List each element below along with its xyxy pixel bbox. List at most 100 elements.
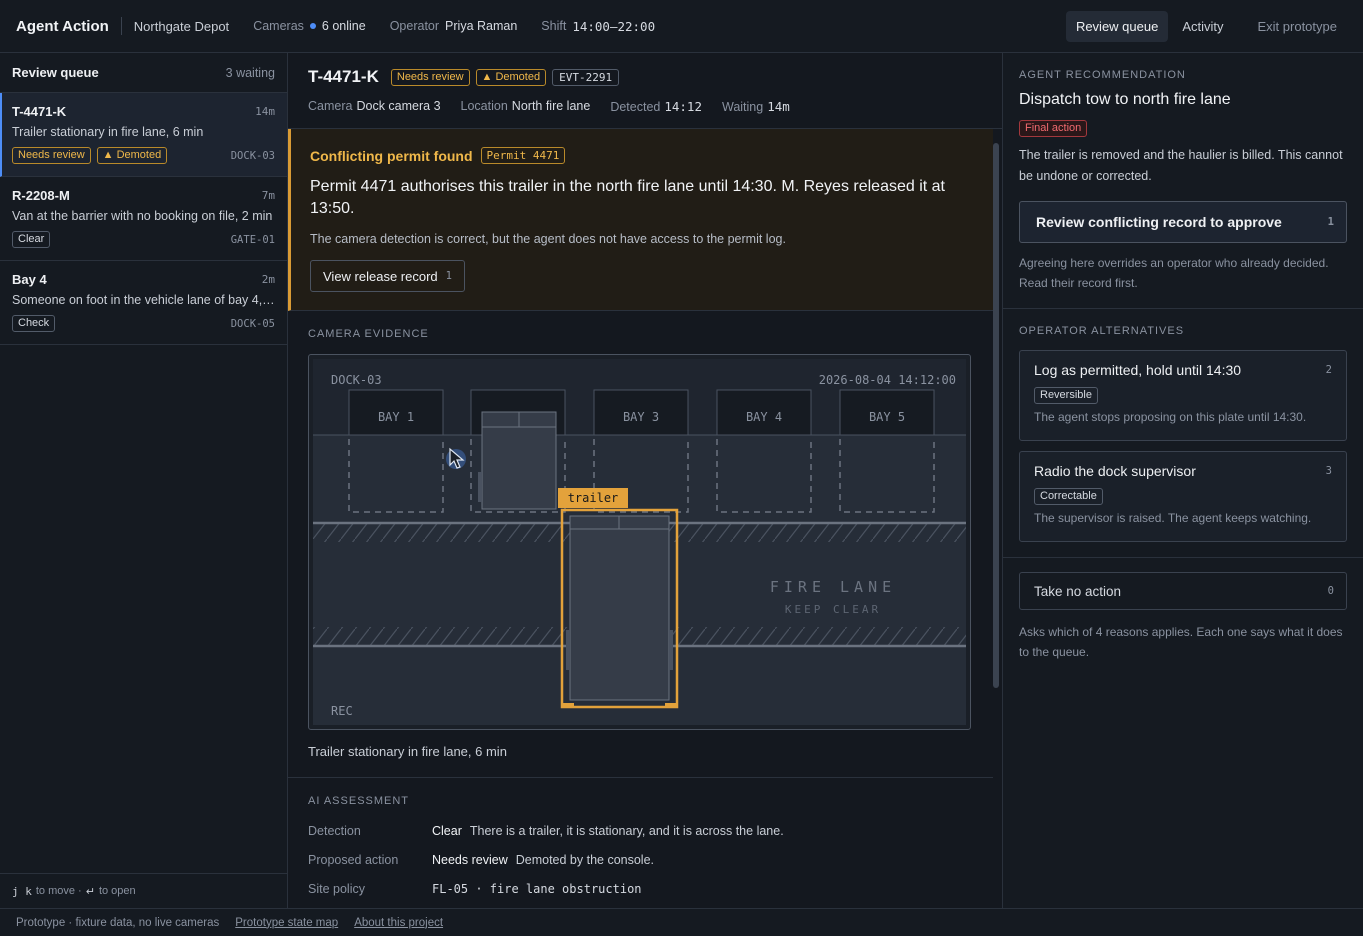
waiting-value: 14m [767,99,790,114]
shift-info: Shift 14:00–22:00 [541,19,655,34]
bay-4-label: BAY 4 [746,410,782,424]
hint-open: to open [98,885,136,897]
shortcut-key: 2 [1325,364,1332,376]
queue-item-plate: R-2208-M [12,188,70,203]
queue-count: 3 waiting [225,65,275,80]
keyboard-hint: j k to move · ↵ to open [0,873,287,908]
waiting-label: Waiting [721,100,764,114]
alternatives-label: Operator alternatives [1019,325,1185,337]
camera-label: Camera [308,99,353,113]
queue-item-r-2208-m[interactable]: R-2208-M 7m Van at the barrier with no b… [0,177,287,261]
clear-badge: Clear [12,231,51,248]
camera-value: Dock camera 3 [356,99,441,113]
site-name: Northgate Depot [133,18,230,34]
evidence-caption: Trailer stationary in fire lane, 6 min [308,744,507,759]
assessment-label: AI assessment [308,795,410,807]
conflict-body: Permit 4471 authorises this trailer in t… [310,178,945,217]
queue-item-t-4471-k[interactable]: T-4471-K 14m Trailer stationary in fire … [0,93,287,177]
no-action-desc: Asks which of 4 reasons applies. Each on… [1019,625,1343,659]
hint-move: to move · [35,885,82,897]
recommendation-label: Agent recommendation [1019,69,1186,81]
keep-clear-text: KEEP CLEAR [785,603,881,616]
timestamp-overlay: 2026-08-04 14:12:00 [819,373,956,387]
detection-label: trailer [568,491,619,505]
case-plate: T-4471-K [308,67,379,86]
take-no-action-button[interactable]: Take no action 0 [1019,572,1347,610]
queue-header: Review queue 3 waiting [0,53,287,93]
prototype-note: Prototype · fixture data, no live camera… [16,916,220,929]
assessment-row-detection: Detection Clear There is a trailer, it i… [308,822,973,839]
queue-item-plate: T-4471-K [12,104,67,119]
bay-5-label: BAY 5 [869,410,905,424]
detected-label: Detected [610,100,661,114]
location-value: North fire lane [511,99,591,113]
cameras-value: 6 online [321,19,366,33]
assessment-key: Proposed action [308,852,399,867]
view-release-record-label: View release record [323,268,438,284]
view-release-record-button[interactable]: View release record 1 [310,260,465,292]
queue-item-camera: GATE-01 [230,233,275,246]
recommendation-title: Dispatch tow to north fire lane [1019,91,1231,108]
cameras-label: Cameras [253,19,304,33]
bay-3-label: BAY 3 [623,410,659,424]
shortcut-key: 1 [1327,216,1334,228]
take-no-action-label: Take no action [1034,583,1122,599]
option-desc: The supervisor is raised. The agent keep… [1034,511,1312,525]
agent-recommendation: Agent recommendation Dispatch tow to nor… [1003,53,1363,309]
assessment-value: Clear [432,823,462,838]
option-desc: The agent stops proposing on this plate … [1034,410,1307,424]
fire-lane-text: FIRE LANE [770,578,896,596]
shift-label: Shift [541,19,567,33]
operator-alternatives: Operator alternatives Log as permitted, … [1003,309,1363,558]
queue-item-camera: DOCK-05 [230,317,275,330]
camera-evidence: Camera evidence BAY 1 BAY 3 BA [288,311,993,778]
reversible-badge: Reversible [1034,387,1098,404]
final-action-badge: Final action [1019,120,1088,137]
online-dot-icon [309,23,316,29]
mouse-cursor-icon [446,447,466,469]
nav-review-queue[interactable]: Review queue [1065,10,1169,42]
queue-item-desc: Trailer stationary in fire lane, 6 min [12,125,204,139]
log-as-permitted-option[interactable]: Log as permitted, hold until 14:30 2 Rev… [1019,350,1347,441]
nav-activity[interactable]: Activity [1172,11,1233,42]
assessment-row-proposed-action: Proposed action Needs review Demoted by … [308,851,973,868]
evidence-label: Camera evidence [308,328,429,340]
operator-info: Operator Priya Raman [390,19,518,33]
about-project-link[interactable]: About this project [354,917,443,929]
queue-item-bay-4[interactable]: Bay 4 2m Someone on foot in the vehicle … [0,261,287,345]
case-meta: Camera Dock camera 3 Location North fire l… [308,99,982,114]
prototype-state-map-link[interactable]: Prototype state map [235,917,338,929]
rec-indicator: REC [331,704,353,718]
queue-item-camera: DOCK-03 [230,149,275,162]
conflict-title: Conflicting permit found [310,147,473,164]
camera-feed-image: BAY 1 BAY 3 BAY 4 BAY 5 FIRE LANE KEEP C… [313,359,966,725]
assessment-detail: Demoted by the console. [515,852,655,867]
shift-value: 14:00–22:00 [572,18,656,34]
top-nav: Review queue Activity Exit prototype [1062,0,1363,52]
shortcut-key: 1 [445,270,452,282]
assessment-detail: There is a trailer, it is stationary, an… [469,823,784,838]
radio-dock-supervisor-option[interactable]: Radio the dock supervisor 3 Correctable … [1019,451,1347,542]
queue-item-age: 7m [261,189,275,202]
permit-badge: Permit 4471 [480,147,566,164]
camera-frame[interactable]: BAY 1 BAY 3 BAY 4 BAY 5 FIRE LANE KEEP C… [308,354,971,730]
nav-exit-prototype[interactable]: Exit prototype [1248,11,1348,42]
review-conflicting-record-button[interactable]: Review conflicting record to approve 1 [1019,201,1347,243]
assessment-row-site-policy: Site policy FL-05 · fire lane obstructio… [308,880,973,897]
queue-item-desc: Van at the barrier with no booking on fi… [12,209,273,223]
option-title: Radio the dock supervisor [1034,463,1196,479]
detected-trailer [569,515,670,701]
operator-value: Priya Raman [445,19,518,33]
queue-title: Review queue [12,65,99,80]
demoted-badge: ▲ Demoted [475,68,547,86]
queue-item-plate: Bay 4 [12,272,47,287]
review-conflicting-record-label: Review conflicting record to approve [1036,214,1282,230]
needs-review-badge: Needs review [390,68,470,86]
app-brand: Agent Action [16,17,109,35]
review-queue-panel: Review queue 3 waiting T-4471-K 14m Trai… [0,53,288,908]
assessment-key: Detection [308,823,361,838]
shortcut-key: 0 [1327,585,1334,597]
center-scrollbar[interactable] [993,133,999,903]
scroll-thumb[interactable] [993,143,999,688]
detected-value: 14:12 [664,99,702,114]
